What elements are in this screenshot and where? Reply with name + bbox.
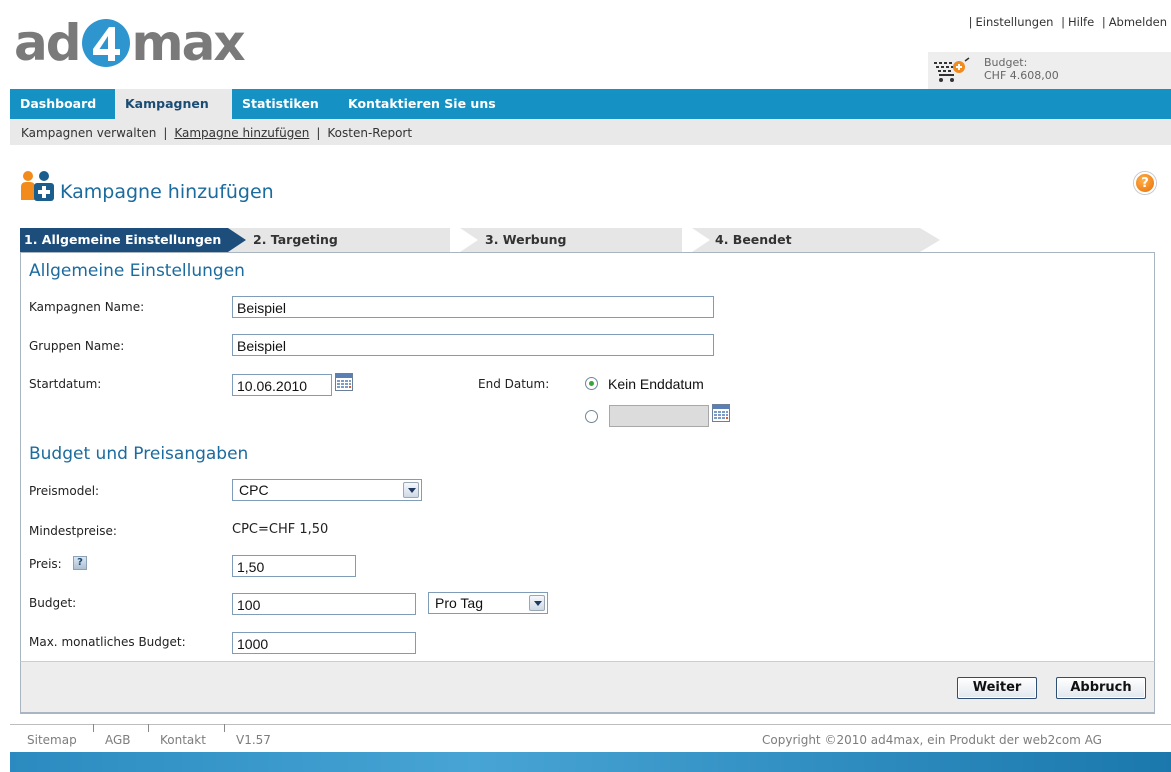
nav-statistiken[interactable]: Statistiken <box>232 89 329 119</box>
budget-box: Budget: CHF 4.608,00 <box>928 52 1171 89</box>
page-footer: Sitemap AGB Kontakt V1.57 Copyright ©201… <box>0 724 1171 750</box>
top-links: | Einstellungen | Hilfe | Abmelden <box>968 15 1167 29</box>
end-date-label: End Datum: <box>478 377 550 391</box>
page-title: Kampagne hinzufügen <box>60 181 274 203</box>
nav-kampagnen[interactable]: Kampagnen <box>115 89 232 119</box>
section-heading-general: Allgemeine Einstellungen <box>29 261 245 281</box>
next-button[interactable]: Weiter <box>957 677 1037 699</box>
budget-input[interactable]: 100 <box>232 593 416 615</box>
price-input[interactable]: 1,50 <box>232 555 356 577</box>
group-name-label: Gruppen Name: <box>29 339 125 353</box>
cart-icon <box>932 57 972 90</box>
budget-period-value: Pro Tag <box>435 595 483 611</box>
start-date-input[interactable]: 10.06.2010 <box>232 374 332 396</box>
pricing-model-select[interactable]: CPC <box>232 479 422 501</box>
group-name-input[interactable]: Beispiel <box>232 334 714 356</box>
campaign-name-label: Kampagnen Name: <box>29 300 145 314</box>
nav-kontakt[interactable]: Kontaktieren Sie uns <box>338 89 506 119</box>
logo-text-right: max <box>131 14 246 72</box>
pricing-model-label: Preismodel: <box>29 484 100 498</box>
link-abmelden[interactable]: Abmelden <box>1109 15 1167 29</box>
end-date-radio[interactable] <box>585 410 598 423</box>
campaign-name-input[interactable]: Beispiel <box>232 296 714 318</box>
footer-kontakt[interactable]: Kontakt <box>160 733 206 747</box>
logo: ad max <box>14 14 246 72</box>
price-label: Preis: <box>29 557 62 571</box>
step-1[interactable]: 1. Allgemeine Einstellungen <box>24 228 221 252</box>
step-3[interactable]: 3. Werbung <box>485 228 566 252</box>
no-end-date-radio[interactable] <box>585 377 598 390</box>
subnav-kampagnen-verwalten[interactable]: Kampagnen verwalten <box>21 126 156 140</box>
pricing-model-value: CPC <box>239 482 269 498</box>
footer-version: V1.57 <box>236 733 271 747</box>
budget-label: Budget: <box>984 56 1028 69</box>
logo-digit <box>81 18 131 68</box>
chevron-down-icon <box>403 482 419 498</box>
question-icon[interactable]: ? <box>73 556 87 570</box>
section-heading-budget: Budget und Preisangaben <box>29 444 249 464</box>
budget-label: Budget: <box>29 596 77 610</box>
subnav-kampagne-hinzufuegen[interactable]: Kampagne hinzufügen <box>174 126 309 140</box>
footer-agb[interactable]: AGB <box>105 733 131 747</box>
calendar-icon[interactable] <box>712 404 730 422</box>
start-date-label: Startdatum: <box>29 377 102 391</box>
min-price-value: CPC=CHF 1,50 <box>232 522 329 537</box>
help-icon[interactable]: ? <box>1134 172 1156 194</box>
link-einstellungen[interactable]: Einstellungen <box>975 15 1053 29</box>
logo-text-left: ad <box>14 14 82 72</box>
end-date-input[interactable] <box>609 405 709 427</box>
calendar-icon[interactable] <box>335 373 353 391</box>
min-price-label: Mindestpreise: <box>29 524 117 538</box>
main-nav: Dashboard Kampagnen Statistiken Kontakti… <box>10 89 1171 119</box>
bottom-bar <box>10 752 1171 772</box>
step-2[interactable]: 2. Targeting <box>253 228 338 252</box>
form-panel <box>20 252 1155 714</box>
wizard-steps: 1. Allgemeine Einstellungen 2. Targeting… <box>20 228 940 252</box>
step-4[interactable]: 4. Beendet <box>715 228 792 252</box>
chevron-down-icon <box>529 595 545 611</box>
max-monthly-input[interactable]: 1000 <box>232 632 416 654</box>
nav-dashboard[interactable]: Dashboard <box>10 89 106 119</box>
subnav-kosten-report[interactable]: Kosten-Report <box>327 126 412 140</box>
max-monthly-label: Max. monatliches Budget: <box>29 635 186 649</box>
footer-sitemap[interactable]: Sitemap <box>27 733 77 747</box>
button-bar: Weiter Abbruch <box>20 661 1155 713</box>
budget-period-select[interactable]: Pro Tag <box>428 592 548 614</box>
cancel-button[interactable]: Abbruch <box>1056 677 1146 699</box>
budget-value: CHF 4.608,00 <box>984 69 1059 82</box>
no-end-date-label: Kein Enddatum <box>608 376 704 392</box>
link-hilfe[interactable]: Hilfe <box>1068 15 1094 29</box>
footer-copyright: Copyright ©2010 ad4max, ein Produkt der … <box>762 733 1102 747</box>
sub-nav: Kampagnen verwalten | Kampagne hinzufügen |… <box>10 119 1171 145</box>
user-add-icon <box>20 170 56 205</box>
